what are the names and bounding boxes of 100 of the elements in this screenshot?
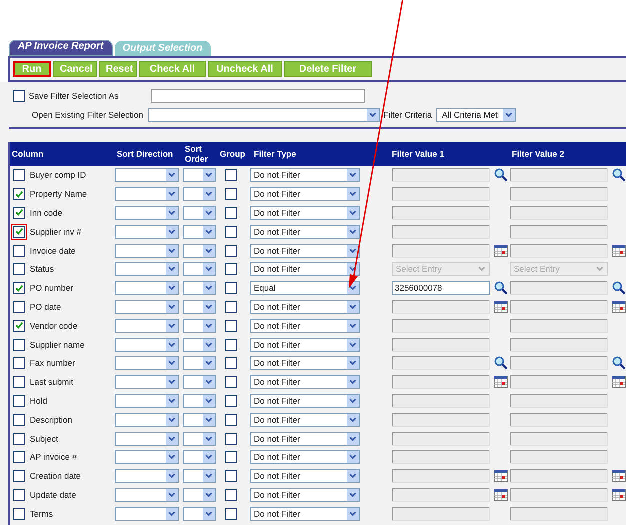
checkbox[interactable] bbox=[13, 376, 25, 388]
checkbox[interactable] bbox=[225, 300, 237, 313]
input-field[interactable] bbox=[510, 412, 608, 427]
select-field[interactable]: All Criteria Met bbox=[436, 108, 516, 122]
calendar-icon[interactable] bbox=[612, 376, 626, 388]
checkbox[interactable] bbox=[13, 188, 25, 200]
calendar-icon[interactable] bbox=[494, 470, 508, 482]
checkbox[interactable] bbox=[225, 508, 237, 520]
select-field[interactable]: Do not Filter bbox=[250, 375, 360, 390]
input-field[interactable] bbox=[392, 375, 490, 390]
select-field[interactable] bbox=[115, 469, 179, 484]
input-field[interactable] bbox=[510, 300, 608, 314]
input-field[interactable] bbox=[510, 432, 608, 446]
checkbox[interactable] bbox=[225, 206, 237, 219]
checkbox[interactable] bbox=[225, 357, 237, 370]
select-field[interactable] bbox=[183, 432, 216, 446]
checkbox[interactable] bbox=[225, 488, 237, 501]
checkbox[interactable] bbox=[225, 226, 237, 238]
select-field[interactable]: Do not Filter bbox=[250, 488, 360, 502]
input-field[interactable] bbox=[510, 506, 608, 521]
select-field[interactable] bbox=[183, 394, 216, 408]
input-field[interactable] bbox=[151, 88, 365, 102]
select-field[interactable] bbox=[115, 338, 179, 352]
search-icon[interactable] bbox=[612, 356, 626, 370]
select-field[interactable] bbox=[115, 300, 179, 314]
calendar-icon[interactable] bbox=[494, 488, 508, 501]
input-field[interactable] bbox=[510, 394, 608, 408]
select-field[interactable]: Do not Filter bbox=[250, 432, 360, 446]
select-field[interactable] bbox=[115, 224, 179, 239]
select-field[interactable] bbox=[183, 300, 216, 314]
select-field[interactable] bbox=[115, 394, 179, 408]
tab[interactable]: AP Invoice Report bbox=[9, 40, 113, 56]
search-icon[interactable] bbox=[612, 281, 626, 296]
input-field[interactable] bbox=[392, 168, 490, 182]
input-field[interactable] bbox=[392, 412, 490, 427]
input-field[interactable] bbox=[510, 168, 608, 182]
select-field[interactable]: Do not Filter bbox=[250, 300, 360, 314]
checkbox[interactable] bbox=[13, 90, 25, 102]
select-field[interactable] bbox=[115, 281, 179, 296]
input-field[interactable] bbox=[510, 187, 608, 202]
calendar-icon[interactable] bbox=[612, 244, 626, 257]
search-icon[interactable] bbox=[494, 356, 508, 370]
checkbox[interactable] bbox=[225, 282, 237, 294]
select-field[interactable]: Do not Filter bbox=[250, 262, 360, 276]
select-field[interactable] bbox=[115, 168, 179, 182]
calendar-icon[interactable] bbox=[494, 376, 508, 388]
input-field[interactable] bbox=[510, 244, 608, 258]
input-field[interactable] bbox=[510, 281, 608, 296]
input-field[interactable] bbox=[392, 506, 490, 521]
input-field[interactable] bbox=[510, 375, 608, 390]
select-field[interactable] bbox=[183, 244, 216, 258]
select-field[interactable] bbox=[183, 412, 216, 427]
input-field[interactable] bbox=[510, 224, 608, 239]
input-field[interactable] bbox=[392, 338, 490, 352]
input-field[interactable] bbox=[392, 300, 490, 314]
select-field[interactable] bbox=[183, 375, 216, 390]
select-field[interactable] bbox=[115, 488, 179, 502]
calendar-icon[interactable] bbox=[612, 488, 626, 501]
checkbox[interactable] bbox=[13, 282, 25, 294]
checkbox[interactable] bbox=[225, 394, 237, 407]
checkbox[interactable] bbox=[13, 414, 25, 426]
checkbox[interactable] bbox=[13, 263, 25, 276]
select-field[interactable] bbox=[183, 469, 216, 484]
select-field[interactable] bbox=[115, 450, 179, 464]
select-field[interactable] bbox=[115, 206, 179, 220]
select-field[interactable] bbox=[183, 206, 216, 220]
checkbox[interactable] bbox=[225, 432, 237, 445]
checkbox[interactable] bbox=[225, 451, 237, 464]
input-field[interactable] bbox=[510, 318, 608, 333]
input-field[interactable] bbox=[392, 432, 490, 446]
select-field[interactable] bbox=[148, 108, 380, 122]
checkbox[interactable] bbox=[225, 188, 237, 200]
input-field[interactable] bbox=[510, 206, 608, 220]
select-field[interactable] bbox=[183, 450, 216, 464]
select-field[interactable] bbox=[183, 168, 216, 182]
select-field[interactable]: Do not Filter bbox=[250, 206, 360, 220]
checkbox[interactable] bbox=[13, 206, 25, 219]
select-field[interactable] bbox=[183, 338, 216, 352]
calendar-icon[interactable] bbox=[494, 244, 508, 257]
input-field[interactable] bbox=[510, 469, 608, 484]
calendar-icon[interactable] bbox=[494, 300, 508, 313]
input-field[interactable] bbox=[392, 450, 490, 464]
checkbox[interactable] bbox=[13, 320, 25, 332]
select-field[interactable]: Do not Filter bbox=[250, 318, 360, 333]
checkbox[interactable] bbox=[13, 338, 25, 351]
select-field[interactable] bbox=[115, 244, 179, 258]
checkbox[interactable] bbox=[225, 470, 237, 482]
select-field[interactable]: Do not Filter bbox=[250, 356, 360, 370]
input-field[interactable] bbox=[392, 187, 490, 202]
checkbox[interactable] bbox=[13, 470, 25, 482]
checkbox[interactable] bbox=[225, 169, 237, 182]
checkbox[interactable] bbox=[13, 488, 25, 501]
select-field[interactable] bbox=[115, 318, 179, 333]
select-field[interactable]: Do not Filter bbox=[250, 506, 360, 521]
input-field[interactable] bbox=[510, 450, 608, 464]
select-field[interactable]: Do not Filter bbox=[250, 244, 360, 258]
checkbox[interactable] bbox=[13, 451, 25, 464]
select-field[interactable]: Do not Filter bbox=[250, 338, 360, 352]
checkbox[interactable] bbox=[225, 376, 237, 388]
select-field[interactable] bbox=[115, 432, 179, 446]
